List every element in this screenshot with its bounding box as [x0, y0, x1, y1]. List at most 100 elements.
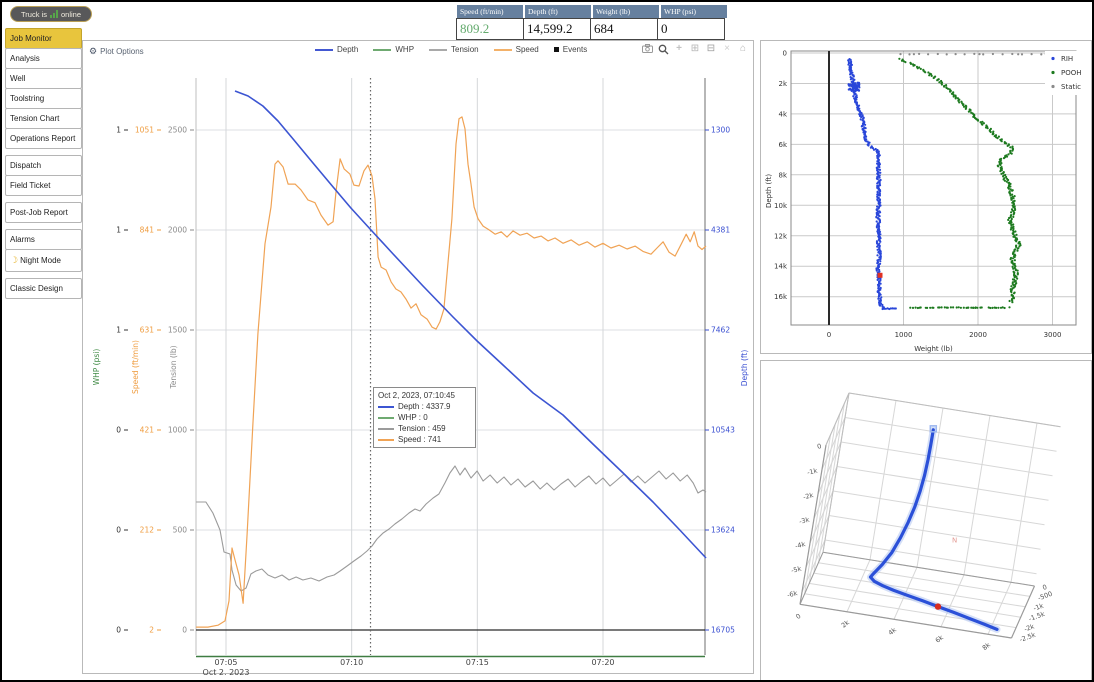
- legend-label: Speed: [516, 45, 539, 54]
- bottom-row-points: [882, 306, 1011, 310]
- sidebar-item-operations-report[interactable]: Operations Report: [5, 128, 82, 149]
- svg-text:841: 841: [140, 226, 155, 235]
- legend-item-depth[interactable]: Depth: [315, 45, 358, 54]
- pan-icon[interactable]: +: [673, 43, 685, 55]
- svg-text:Tension (lb): Tension (lb): [169, 345, 178, 389]
- tooltip-swatch-icon: [378, 406, 394, 408]
- kpi-value-depth-ft-: 14,599.2: [523, 18, 591, 40]
- svg-text:631: 631: [140, 326, 155, 335]
- camera-icon[interactable]: [641, 43, 653, 55]
- svg-text:-2k: -2k: [802, 491, 814, 501]
- svg-text:-6k: -6k: [786, 589, 798, 599]
- tooltip-value: Tension : 459: [398, 424, 446, 433]
- sidebar-item-alarms[interactable]: Alarms: [5, 229, 82, 250]
- svg-text:2000: 2000: [969, 331, 987, 339]
- sidebar-item-label: Job Monitor: [10, 34, 52, 43]
- time-series-plot[interactable]: 1110001051841631421212225002000150010005…: [83, 41, 755, 675]
- svg-text:0: 0: [182, 626, 187, 635]
- signal-bars-icon: [50, 10, 58, 18]
- chart-tooltip: Oct 2, 2023, 07:10:45 Depth : 4337.9WHP …: [373, 387, 476, 448]
- svg-text:2k: 2k: [840, 618, 851, 629]
- zoom-icon[interactable]: [657, 43, 669, 55]
- svg-text:7462: 7462: [711, 326, 730, 335]
- legend-label: Events: [563, 45, 587, 54]
- svg-text:1: 1: [116, 226, 121, 235]
- sidebar-item-night-mode[interactable]: ☽Night Mode: [5, 249, 82, 272]
- sidebar-item-well[interactable]: Well: [5, 68, 82, 89]
- sidebar-item-classic-design[interactable]: Classic Design: [5, 278, 82, 299]
- plot-options-label: Plot Options: [100, 47, 144, 56]
- reset-axes-icon[interactable]: ⌂: [737, 43, 749, 55]
- svg-text:1051: 1051: [135, 126, 154, 135]
- svg-text:1500: 1500: [168, 326, 187, 335]
- svg-text:13624: 13624: [711, 526, 735, 535]
- legend-swatch-icon: [494, 49, 512, 51]
- svg-text:1: 1: [116, 126, 121, 135]
- rih-points: [847, 58, 885, 309]
- plot-modebar: + ⊞ ⊟ × ⌂: [641, 43, 749, 55]
- kpi-header-depth-ft-: Depth (ft): [524, 4, 592, 18]
- svg-text:0: 0: [827, 331, 831, 339]
- svg-text:2500: 2500: [168, 126, 187, 135]
- main-chart-panel: ⚙ Plot Options Depth WHP Tension Speed Event…: [82, 40, 754, 674]
- zoom-in-icon[interactable]: ⊞: [689, 43, 701, 55]
- kpi-value-speed-ft-min-: 809.2: [456, 18, 524, 40]
- sidebar-item-label: Post-Job Report: [10, 208, 68, 217]
- tooltip-row: Speed : 741: [378, 435, 471, 444]
- svg-text:6k: 6k: [934, 633, 945, 644]
- truck-status-prefix: Truck is: [21, 10, 47, 19]
- sidebar-item-label: Analysis: [10, 54, 40, 63]
- north-label: N: [952, 537, 957, 545]
- tooltip-row: Tension : 459: [378, 424, 471, 433]
- svg-text:07:10: 07:10: [340, 658, 363, 667]
- sidebar-item-post-job-report[interactable]: Post-Job Report: [5, 202, 82, 223]
- legend-label: WHP: [395, 45, 414, 54]
- zoom-out-icon[interactable]: ⊟: [705, 43, 717, 55]
- gear-icon: ⚙: [89, 46, 97, 57]
- svg-text:4k: 4k: [778, 110, 787, 118]
- legend-swatch-icon: [315, 49, 333, 51]
- sidebar-item-label: Well: [10, 74, 25, 83]
- sidebar-item-dispatch[interactable]: Dispatch: [5, 155, 82, 176]
- sidebar-item-job-monitor[interactable]: Job Monitor: [5, 28, 82, 49]
- tooltip-timestamp: Oct 2, 2023, 07:10:45: [378, 391, 471, 400]
- svg-text:4k: 4k: [887, 626, 898, 637]
- svg-text:07:15: 07:15: [466, 658, 489, 667]
- truck-status-suffix: online: [61, 10, 81, 19]
- legend-item-whp[interactable]: WHP: [373, 45, 414, 54]
- sidebar-item-toolstring[interactable]: Toolstring: [5, 88, 82, 109]
- weight-depth-scatter-plot[interactable]: 010002000300002k4k6k8k10k12k14k16kDepth …: [761, 41, 1091, 353]
- legend-label: Tension: [451, 45, 479, 54]
- svg-text:0: 0: [783, 50, 787, 58]
- well-trajectory-3d-plot[interactable]: 0-1k-2k-3k-4k-5k-6k02k4k6k8k0-500-1k-1.5…: [761, 361, 1091, 681]
- svg-text:0: 0: [116, 526, 121, 535]
- svg-text:RIH: RIH: [1061, 55, 1073, 63]
- svg-text:Weight (lb): Weight (lb): [914, 345, 953, 353]
- tooltip-swatch-icon: [378, 439, 394, 441]
- svg-text:14k: 14k: [774, 263, 788, 271]
- svg-text:-1k: -1k: [806, 467, 818, 477]
- legend-swatch-icon: [429, 49, 447, 51]
- svg-text:3000: 3000: [1044, 331, 1062, 339]
- legend-item-speed[interactable]: Speed: [494, 45, 539, 54]
- truck-status-button[interactable]: Truck is online: [10, 6, 92, 22]
- autoscale-icon[interactable]: ×: [721, 43, 733, 55]
- legend-item-tension[interactable]: Tension: [429, 45, 479, 54]
- svg-text:10543: 10543: [711, 426, 735, 435]
- legend-item-events[interactable]: Events: [554, 45, 587, 54]
- svg-text:2k: 2k: [778, 80, 787, 88]
- svg-text:-3k: -3k: [798, 516, 810, 526]
- sidebar-item-label: Night Mode: [20, 256, 61, 265]
- svg-text:10k: 10k: [774, 202, 788, 210]
- tooltip-row: WHP : 0: [378, 413, 471, 422]
- legend-label: Depth: [337, 45, 358, 54]
- sidebar-item-field-ticket[interactable]: Field Ticket: [5, 175, 82, 196]
- sidebar-nav: Job Monitor Analysis Well ToolstringTension…: [5, 29, 82, 306]
- svg-text:6k: 6k: [778, 141, 787, 149]
- svg-text:500: 500: [173, 526, 188, 535]
- svg-text:07:20: 07:20: [591, 658, 614, 667]
- sidebar-item-analysis[interactable]: Analysis: [5, 48, 82, 69]
- sidebar-item-tension-chart[interactable]: Tension Chart: [5, 108, 82, 129]
- svg-text:-2.5k: -2.5k: [1018, 631, 1036, 644]
- plot-options-button[interactable]: ⚙ Plot Options: [89, 46, 144, 57]
